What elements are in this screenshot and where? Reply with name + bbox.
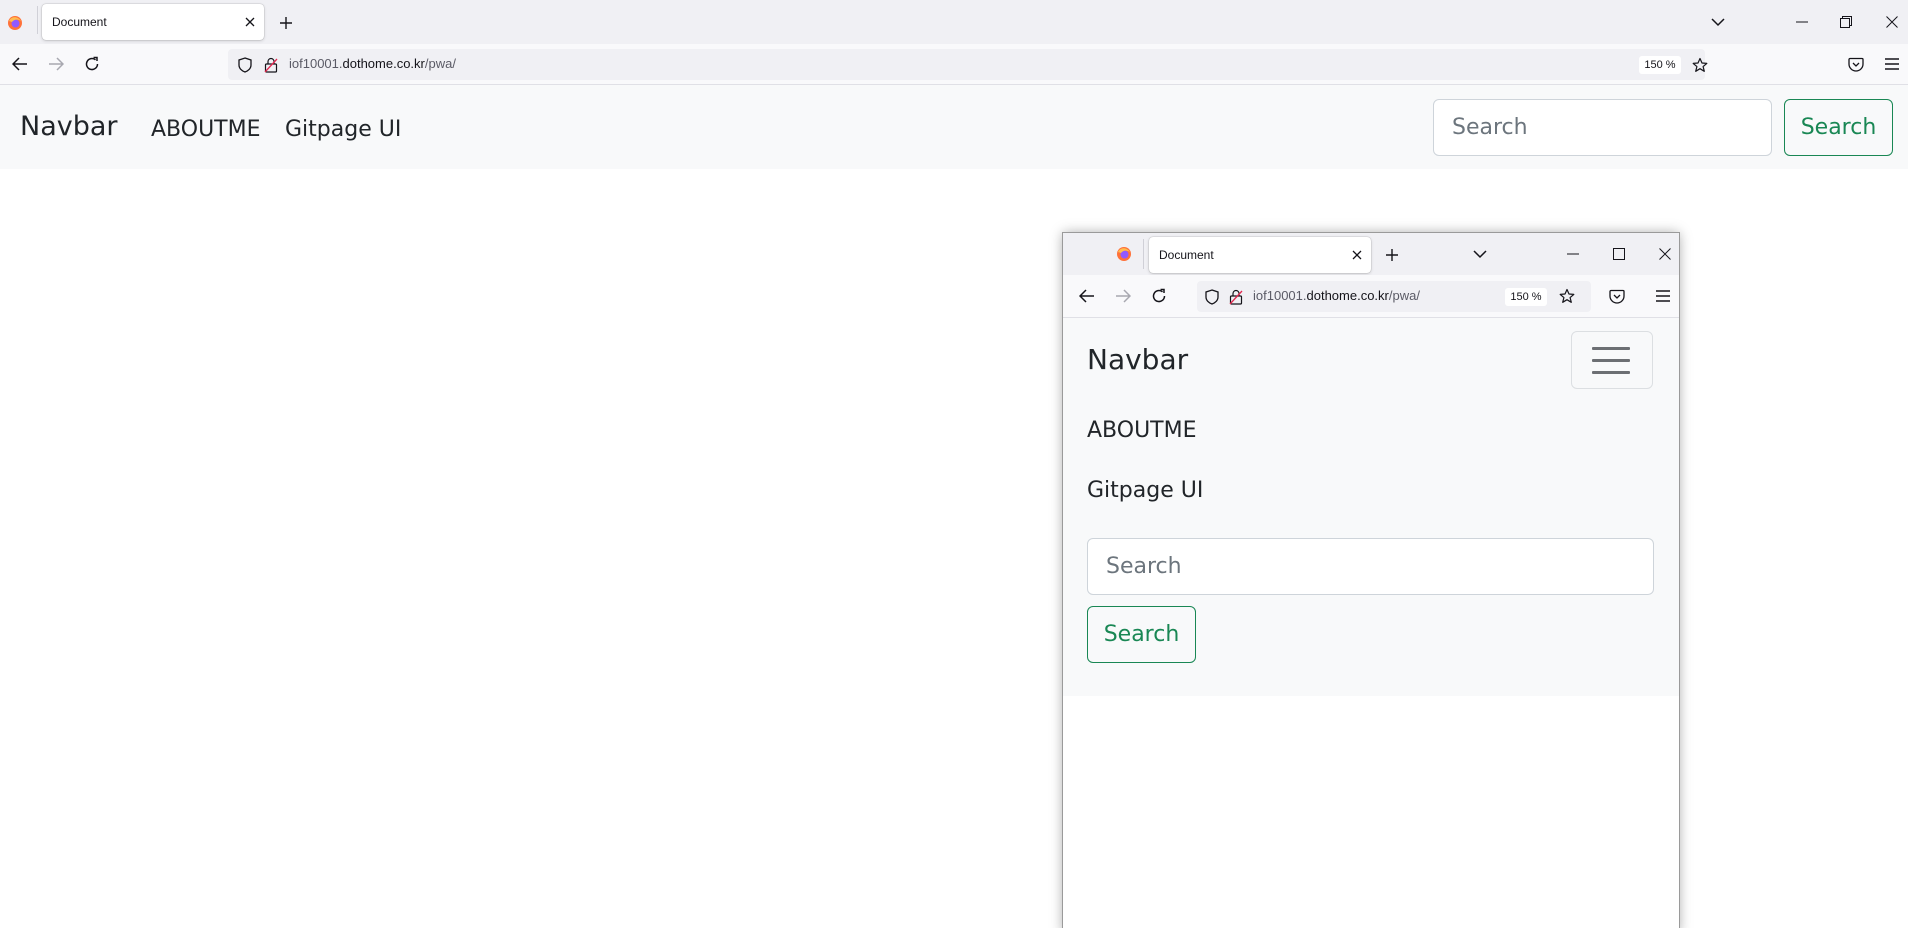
inner-nav-link-aboutme[interactable]: ABOUTME [1087,418,1197,443]
tab-title: Document [52,15,107,29]
zoom-indicator[interactable]: 150 % [1639,56,1681,74]
inner-reload-icon[interactable] [1149,286,1169,306]
tab-divider [37,6,38,34]
inner-browser-window: Document iof10001.dothome.co.kr/pwa/ 150… [1063,233,1679,928]
inner-navigation-toolbar: iof10001.dothome.co.kr/pwa/ 150 % [1063,275,1679,318]
navbar-brand[interactable]: Navbar [20,111,118,142]
inner-close-icon[interactable] [1349,247,1365,263]
inner-url-host: dothome.co.kr [1306,288,1389,303]
inner-plus-icon[interactable] [1382,245,1402,265]
navigation-toolbar: iof10001.dothome.co.kr/pwa/ 150 % [0,44,1908,85]
inner-menu-icon[interactable] [1653,286,1673,306]
inner-url-text[interactable]: iof10001.dothome.co.kr/pwa/ [1253,288,1420,303]
forward-icon[interactable] [46,54,66,74]
navbar-toggler-button[interactable] [1571,331,1653,389]
inner-navbar-brand[interactable]: Navbar [1087,343,1188,376]
inner-tab-title: Document [1159,248,1214,262]
search-input[interactable]: Search [1433,99,1772,156]
inner-navbar: Navbar ABOUTME Gitpage UI Search Search [1063,318,1679,696]
shield-icon[interactable] [236,56,254,74]
inner-search-button[interactable]: Search [1087,606,1196,663]
inner-search-button-label: Search [1103,622,1180,647]
back-icon[interactable] [10,54,30,74]
screen: Document iof10001.dothome.co.kr/pwa/ 150… [0,0,1908,928]
inner-shield-icon[interactable] [1203,288,1221,306]
nav-link-aboutme[interactable]: ABOUTME [151,117,261,142]
inner-back-icon[interactable] [1077,286,1097,306]
tab-document[interactable]: Document [42,4,264,40]
inner-tab-strip: Document [1063,233,1679,275]
hamburger-icon-line-2 [1592,359,1630,362]
inner-chevron-down-icon[interactable] [1470,244,1490,264]
star-icon[interactable] [1690,55,1710,75]
inner-firefox-icon[interactable] [1115,245,1133,263]
inner-zoom-indicator[interactable]: 150 % [1505,288,1547,306]
inner-lock-icon[interactable] [1227,288,1245,306]
nav-link-gitpage-ui[interactable]: Gitpage UI [285,117,401,142]
inner-star-icon[interactable] [1557,286,1577,306]
hamburger-icon-line-3 [1592,371,1630,374]
inner-forward-icon[interactable] [1113,286,1133,306]
tab-strip: Document [0,0,1908,44]
main-navbar: Navbar ABOUTME Gitpage UI Search Search [0,85,1908,169]
url-bar[interactable]: iof10001.dothome.co.kr/pwa/ 150 % [228,49,1708,80]
plus-icon[interactable] [276,13,296,33]
url-path: /pwa/ [424,56,456,71]
url-text[interactable]: iof10001.dothome.co.kr/pwa/ [289,56,456,71]
minimize-icon[interactable] [1792,12,1812,32]
pocket-icon[interactable] [1846,54,1866,74]
inner-url-prefix: iof10001. [1253,288,1307,303]
chevron-down-icon[interactable] [1708,12,1728,32]
inner-minimize-icon[interactable] [1563,244,1583,264]
inner-close-window-icon[interactable] [1655,244,1675,264]
hamburger-icon-line-1 [1592,347,1630,350]
inner-search-input[interactable]: Search [1087,538,1654,595]
restore-icon[interactable] [1836,12,1856,32]
menu-icon[interactable] [1882,54,1902,74]
firefox-icon[interactable] [6,14,24,32]
search-placeholder: Search [1452,115,1528,140]
lock-icon[interactable] [262,56,280,74]
inner-maximize-icon[interactable] [1609,244,1629,264]
close-icon[interactable] [242,14,258,30]
url-prefix: iof10001. [289,56,343,71]
search-button-label: Search [1800,115,1877,140]
inner-tab-document[interactable]: Document [1149,237,1371,273]
inner-url-path: /pwa/ [1388,288,1420,303]
inner-nav-link-gitpage-ui[interactable]: Gitpage UI [1087,478,1203,503]
close-window-icon[interactable] [1882,12,1902,32]
inner-tab-divider [1143,239,1144,269]
reload-icon[interactable] [82,54,102,74]
url-host: dothome.co.kr [342,56,425,71]
search-button[interactable]: Search [1784,99,1893,156]
inner-search-placeholder: Search [1106,554,1182,579]
inner-url-bar[interactable]: iof10001.dothome.co.kr/pwa/ 150 % [1197,281,1591,312]
inner-pocket-icon[interactable] [1607,286,1627,306]
